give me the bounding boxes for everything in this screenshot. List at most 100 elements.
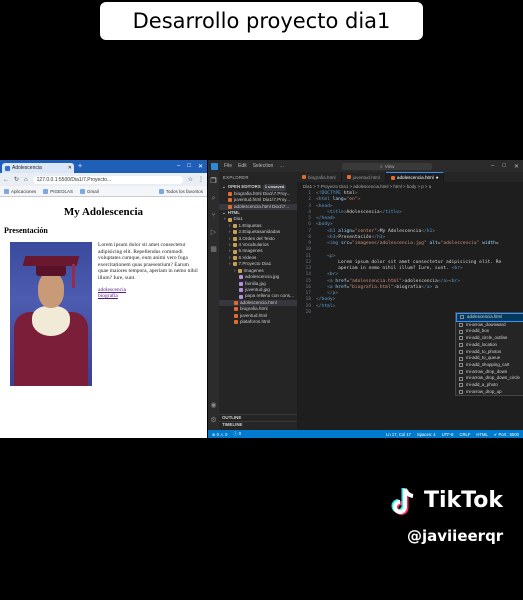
autocomplete-item[interactable]: mi-arrow_drop_down_circlearrow_drop_down… <box>456 375 523 382</box>
autocomplete-label: mi-arrow_drop_down <box>466 368 508 374</box>
account-icon[interactable]: ◉ <box>210 402 217 409</box>
html-file-icon <box>390 175 395 180</box>
page-title: My Adolescencia <box>63 206 144 218</box>
close-window-icon[interactable]: ✕ <box>198 163 203 170</box>
browser-tab[interactable]: Adolescencia ✕ <box>2 163 74 173</box>
vscode-window: File Edit Selection … ⌕ View – □ ✕ ❐ ⌕ ⑂… <box>208 160 523 438</box>
menu-dots-icon[interactable]: ⋮ <box>198 176 204 183</box>
status-item[interactable]: ✔ Port : 5500 <box>494 432 519 437</box>
autocomplete-item[interactable]: mi-arrow_drop_uparrow_drop_up <box>456 389 523 396</box>
close-window-icon[interactable]: ✕ <box>514 163 519 170</box>
browser-toolbar: ← ↻ ⌂ 127.0.0.1:5500/Dia1/7.Proyecto... … <box>0 173 207 186</box>
command-search[interactable]: ⌕ View <box>342 162 433 170</box>
chevron-right-icon: › <box>224 216 226 222</box>
editor-tab-label: biografia.html <box>308 174 336 180</box>
reload-icon[interactable]: ↻ <box>14 176 19 183</box>
web-page: My Adolescencia Presentación Lorem ipsum… <box>0 197 207 386</box>
minimize-icon[interactable]: – <box>177 163 180 170</box>
status-item[interactable]: CRLF <box>459 432 470 437</box>
autocomplete-item[interactable]: mi-add_circle_outlineadd_circle_outline <box>456 335 523 342</box>
editor-tab[interactable]: adolescencia.html ● <box>385 172 445 182</box>
extensions-icon[interactable]: ▦ <box>210 246 217 253</box>
status-item[interactable]: HTML <box>476 432 487 437</box>
tab-favicon-icon <box>5 165 10 171</box>
bookmark-apps[interactable]: Aplicaciones <box>4 188 36 194</box>
snippet-icon <box>459 336 463 341</box>
autocomplete-label: mi-add_to_queue <box>466 355 501 361</box>
folder-icon <box>232 243 237 248</box>
maximize-icon[interactable]: □ <box>502 163 506 170</box>
autocomplete-label: mi-add_location <box>466 341 497 347</box>
editor-tab[interactable]: juventud.html <box>342 172 386 182</box>
video-caption: Desarrollo proyecto dia1 <box>100 2 423 40</box>
html-file-icon <box>228 198 232 203</box>
chevron-down-icon: ⌄ <box>222 184 226 190</box>
breadcrumb: Dia1 > 7.Proyecto Dia1 > adolescencia.ht… <box>303 183 432 189</box>
autocomplete-item[interactable]: mi-add_locationadd_location <box>456 342 523 349</box>
menu-selection[interactable]: Selection <box>253 163 274 169</box>
search-icon[interactable]: ⌕ <box>210 195 217 202</box>
file-tree-item[interactable]: plataforos.html <box>219 319 297 325</box>
link-biografia[interactable]: biografia <box>98 293 198 300</box>
menu-more[interactable]: … <box>279 163 284 169</box>
autocomplete-label: mi-arrow_drop_up <box>466 388 502 394</box>
address-bar[interactable]: 127.0.0.1:5500/Dia1/7.Proyecto... <box>32 175 183 184</box>
autocomplete-item[interactable]: mi-arrow_drop_downarrow_drop_down <box>456 369 523 376</box>
snippet-icon <box>459 343 463 348</box>
new-tab-icon[interactable]: + <box>78 163 82 170</box>
autocomplete-item[interactable]: mi-add_boxadd_box <box>456 328 523 335</box>
folder-icon <box>232 256 237 261</box>
page-links: adolescencia biografia <box>98 287 198 300</box>
status-info[interactable]: ⓘ 0 <box>233 431 241 437</box>
home-icon[interactable]: ⌂ <box>24 177 28 183</box>
folder-icon <box>158 188 164 194</box>
autocomplete-item[interactable]: adolescencia.html <box>456 313 523 322</box>
status-problems[interactable]: ⊗ 0 ⚠ 0 <box>212 432 227 437</box>
autocomplete-item[interactable]: mi-add_to_photosadd_to_photos <box>456 349 523 356</box>
close-tab-icon[interactable]: ✕ <box>68 165 72 171</box>
status-item[interactable]: Ln 17, Col 17 <box>386 432 411 437</box>
autocomplete-item[interactable]: mi-add_a_photoadd_a_photo <box>456 382 523 389</box>
tiktok-wordmark: TikTok <box>424 488 504 513</box>
autocomplete-popup: adolescencia.html mi-arrow_downwardarrow_… <box>455 312 523 397</box>
graduation-photo <box>10 242 92 386</box>
html-icon <box>234 300 238 305</box>
status-item[interactable]: Spaces: 4 <box>417 432 436 437</box>
bookmark-pigeolas[interactable]: PIGEOLAS <box>43 188 73 194</box>
html-icon <box>234 313 238 318</box>
page-paragraph-block: Lorem ipsum dolor sit amet consectetur a… <box>98 242 198 386</box>
section-heading: Presentación <box>4 226 48 235</box>
vscode-window-controls: – □ ✕ <box>491 163 523 170</box>
gear-icon[interactable]: ⚙ <box>210 417 217 424</box>
autocomplete-label: adolescencia.html <box>467 314 503 319</box>
bookmark-all-favorites[interactable]: Todos los favoritos <box>158 188 203 194</box>
autocomplete-label: mi-arrow_downward <box>466 321 506 327</box>
snippet-icon <box>459 383 463 388</box>
star-icon[interactable]: ☆ <box>188 176 193 183</box>
editor-tab[interactable]: biografia.html <box>297 172 342 182</box>
autocomplete-item[interactable]: mi-add_shopping_cartadd_shopping_cart <box>456 362 523 369</box>
folder-icon <box>227 217 232 222</box>
back-icon[interactable]: ← <box>3 177 9 183</box>
timeline-section[interactable]: TIMELINE <box>219 420 297 428</box>
folder-icon <box>237 268 242 273</box>
browser-tab-title: Adolescencia <box>12 165 42 171</box>
menu-file[interactable]: File <box>224 163 232 169</box>
status-item[interactable]: UTF-8 <box>442 432 454 437</box>
autocomplete-label: mi-add_box <box>466 328 489 334</box>
source-control-icon[interactable]: ⑂ <box>210 212 217 219</box>
autocomplete-item[interactable]: mi-arrow_downwardarrow_downward <box>456 322 523 329</box>
folder-icon <box>232 236 237 241</box>
autocomplete-item[interactable]: mi-add_to_queueadd_to_queue <box>456 355 523 362</box>
window-controls: – □ ✕ <box>177 163 207 170</box>
snippet-icon <box>459 376 463 381</box>
bookmark-gmail[interactable]: Gmail <box>80 188 99 194</box>
img-icon <box>239 275 243 280</box>
menu-edit[interactable]: Edit <box>238 163 247 169</box>
browser-window: Adolescencia ✕ + – □ ✕ ← ↻ ⌂ 127.0.0.1:5… <box>0 160 207 438</box>
status-bar: ⊗ 0 ⚠ 0 ⓘ 0 Ln 17, Col 17 Spaces: 4 UTF-8 C… <box>208 430 523 438</box>
minimize-icon[interactable]: – <box>491 163 494 170</box>
explorer-icon[interactable]: ❐ <box>210 178 217 185</box>
maximize-icon[interactable]: □ <box>187 163 191 170</box>
run-debug-icon[interactable]: ▷ <box>210 229 217 236</box>
